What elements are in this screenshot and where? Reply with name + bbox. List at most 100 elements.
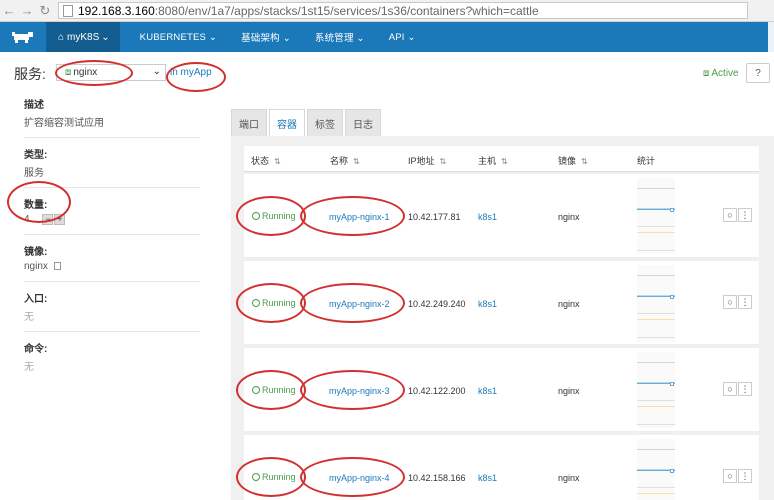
scale-stepper[interactable]: − + [42, 214, 66, 225]
sparkline-marker [670, 208, 674, 212]
sparkline-line [637, 250, 675, 251]
nav-api[interactable]: API ⌄ [377, 32, 428, 43]
scale-field: 数量: 4 − + [24, 196, 200, 235]
stop-icon[interactable]: ○ [723, 382, 737, 396]
host-link[interactable]: k8s1 [478, 212, 497, 222]
nav-edge [768, 22, 774, 52]
host-link[interactable]: k8s1 [478, 299, 497, 309]
nav-kubernetes[interactable]: KUBERNETES ⌄ [128, 32, 229, 43]
ip-address: 10.42.122.200 [408, 386, 466, 396]
table-row: Running myApp-nginx-2 10.42.249.240 k8s1… [244, 261, 759, 345]
service-details: 描述 扩容缩容测试应用 类型: 服务 数量: 4 − + 镜像: nginx 入… [24, 96, 200, 389]
description-field: 描述 扩容缩容测试应用 [24, 96, 200, 138]
sparkline-line [637, 362, 675, 363]
ip-address: 10.42.177.81 [408, 212, 461, 222]
sparkline-line [637, 406, 675, 407]
sparkline-line [637, 487, 675, 488]
col-name[interactable]: 名称 ⇅ [330, 154, 360, 167]
container-name-link[interactable]: myApp-nginx-1 [329, 212, 390, 222]
container-name-link[interactable]: myApp-nginx-2 [329, 299, 390, 309]
more-menu-icon[interactable]: ⋮ [738, 382, 752, 396]
running-icon [252, 212, 260, 220]
nav-infrastructure[interactable]: 基础架构 ⌄ [229, 30, 303, 44]
stats-sparkline [637, 265, 675, 341]
sparkline-line [637, 400, 675, 401]
stop-icon[interactable]: ○ [723, 295, 737, 309]
stats-sparkline [637, 178, 675, 254]
ip-address: 10.42.249.240 [408, 299, 466, 309]
address-bar[interactable]: 192.168.3.160:8080/env/1a7/apps/stacks/1… [58, 2, 748, 19]
image-name: nginx [558, 299, 580, 309]
browser-toolbar: ← → ↻ 192.168.3.160:8080/env/1a7/apps/st… [0, 0, 774, 22]
table-row: Running myApp-nginx-3 10.42.122.200 k8s1… [244, 348, 759, 432]
service-icon: ⧈ [65, 67, 72, 78]
url-host: 192.168.3.160 [78, 3, 155, 18]
status-badge: Running [252, 385, 296, 395]
col-host[interactable]: 主机 ⇅ [478, 154, 508, 167]
env-switcher[interactable]: ⌂ myK8S ⌄ [46, 22, 120, 52]
container-name-link[interactable]: myApp-nginx-3 [329, 386, 390, 396]
entry-field: 入口: 无 [24, 290, 200, 332]
copy-icon[interactable] [53, 262, 61, 271]
chevron-down-icon: ⌄ [152, 66, 161, 77]
sparkline-line [637, 232, 675, 233]
sparkline-marker [670, 382, 674, 386]
stop-icon[interactable]: ○ [723, 469, 737, 483]
service-icon: ⧈ [703, 68, 710, 79]
tab-labels[interactable]: 标签 [307, 109, 343, 136]
sparkline-line [637, 424, 675, 425]
col-image[interactable]: 镜像 ⇅ [558, 154, 588, 167]
nav-admin[interactable]: 系统管理 ⌄ [303, 30, 377, 44]
tab-bar: 端口 容器 标签 日志 [231, 109, 383, 136]
service-name: nginx [73, 67, 98, 78]
stack-link[interactable]: in myApp [170, 67, 212, 78]
row-actions: ○ ⋮ [723, 469, 753, 483]
back-arrow-icon[interactable]: ← [0, 2, 18, 20]
host-link[interactable]: k8s1 [478, 473, 497, 483]
running-icon [252, 299, 260, 307]
sparkline-line [637, 319, 675, 320]
host-link[interactable]: k8s1 [478, 386, 497, 396]
forward-arrow-icon[interactable]: → [18, 2, 36, 20]
command-field: 命令: 无 [24, 344, 48, 373]
status-badge: Running [252, 211, 296, 221]
status-badge: Running [252, 298, 296, 308]
sparkline-line [637, 188, 675, 189]
ip-address: 10.42.158.166 [408, 473, 466, 483]
sparkline-line [637, 337, 675, 338]
row-actions: ○ ⋮ [723, 295, 753, 309]
status-badge: ⧈ Active [703, 68, 739, 79]
col-stats: 统计 [637, 156, 656, 166]
tab-logs[interactable]: 日志 [345, 109, 381, 136]
sparkline-marker [670, 469, 674, 473]
rancher-logo-icon[interactable] [0, 22, 46, 52]
col-status[interactable]: 状态 ⇅ [251, 154, 281, 167]
row-actions: ○ ⋮ [723, 382, 753, 396]
container-name-link[interactable]: myApp-nginx-4 [329, 473, 390, 483]
more-menu-icon[interactable]: ⋮ [738, 208, 752, 222]
col-ip[interactable]: IP地址 ⇅ [408, 154, 446, 167]
reload-icon[interactable]: ↻ [36, 2, 54, 20]
stop-icon[interactable]: ○ [723, 208, 737, 222]
table-row: Running myApp-nginx-1 10.42.177.81 k8s1 … [244, 174, 759, 258]
running-icon [252, 473, 260, 481]
more-menu-icon[interactable]: ⋮ [738, 469, 752, 483]
chevron-down-icon: ⌄ [101, 31, 110, 43]
table-row: Running myApp-nginx-4 10.42.158.166 k8s1… [244, 435, 759, 500]
image-name: nginx [558, 212, 580, 222]
service-select[interactable]: ⧈ nginx ⌄ [56, 64, 166, 81]
image-name: nginx [558, 386, 580, 396]
page-icon [63, 4, 73, 17]
sparkline-line [637, 226, 675, 227]
more-menu-icon[interactable]: ⋮ [738, 295, 752, 309]
row-actions: ○ ⋮ [723, 208, 753, 222]
decrement-button[interactable]: − [42, 214, 54, 225]
home-icon: ⌂ [58, 31, 65, 43]
tab-ports[interactable]: 端口 [231, 109, 267, 136]
sparkline-marker [670, 295, 674, 299]
help-button[interactable]: ? [746, 63, 770, 83]
top-nav: ⌂ myK8S ⌄ KUBERNETES ⌄ 基础架构 ⌄ 系统管理 ⌄ API… [0, 22, 774, 52]
tab-containers[interactable]: 容器 [269, 109, 305, 136]
sparkline-line [637, 275, 675, 276]
increment-button[interactable]: + [54, 214, 66, 225]
